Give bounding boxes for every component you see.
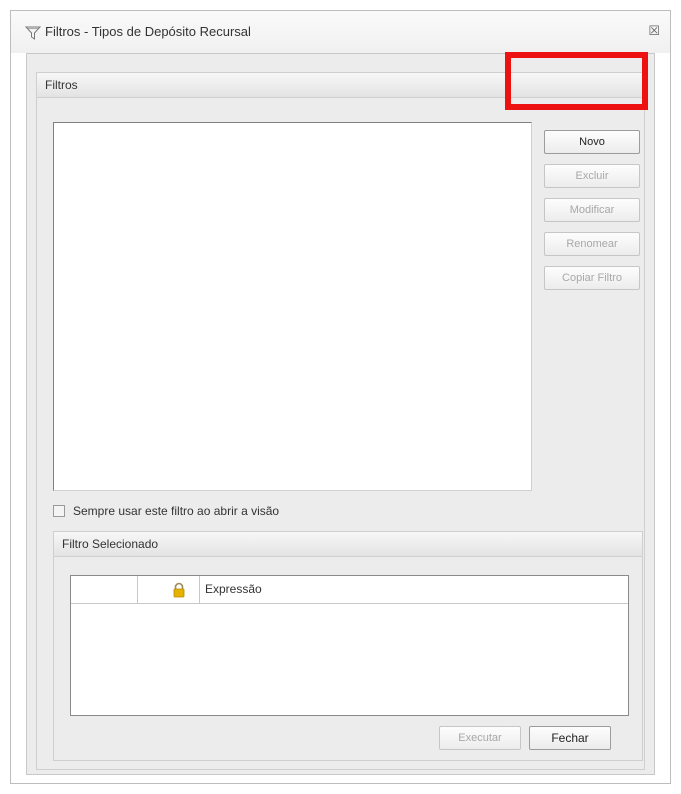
always-use-filter-checkbox[interactable] (53, 505, 65, 517)
selected-filter-header: Filtro Selecionado (54, 532, 642, 557)
column-separator (199, 576, 200, 603)
close-button[interactable]: Fechar (529, 726, 611, 750)
filter-funnel-icon (25, 26, 41, 40)
copy-filter-button[interactable]: Copiar Filtro (544, 266, 640, 290)
modify-filter-button[interactable]: Modificar (544, 198, 640, 222)
filters-group-header: Filtros (37, 73, 644, 98)
grid-header: Expressão (71, 576, 628, 604)
filters-group-title: Filtros (45, 78, 78, 92)
expression-column-header[interactable]: Expressão (205, 582, 262, 596)
close-icon[interactable]: ☒ (648, 23, 660, 39)
filter-dialog-window: Filtros - Tipos de Depósito Recursal ☒ F… (10, 10, 671, 784)
title-bar: Filtros - Tipos de Depósito Recursal ☒ (11, 11, 670, 53)
delete-filter-button[interactable]: Excluir (544, 164, 640, 188)
execute-button[interactable]: Executar (439, 726, 521, 750)
rename-filter-button[interactable]: Renomear (544, 232, 640, 256)
dialog-body: Filtros Novo Excluir Modificar Renomear … (26, 53, 655, 775)
expression-grid[interactable]: Expressão (70, 575, 629, 716)
filter-list[interactable] (53, 122, 532, 491)
selected-filter-title: Filtro Selecionado (62, 537, 159, 551)
lock-icon (173, 582, 185, 598)
filters-group: Filtros Novo Excluir Modificar Renomear … (36, 72, 645, 770)
column-separator (137, 576, 138, 603)
new-filter-button[interactable]: Novo (544, 130, 640, 154)
window-title: Filtros - Tipos de Depósito Recursal (45, 24, 251, 39)
always-use-filter-label: Sempre usar este filtro ao abrir a visão (73, 504, 280, 518)
selected-filter-group: Filtro Selecionado Expressão Executar Fe… (53, 531, 643, 761)
